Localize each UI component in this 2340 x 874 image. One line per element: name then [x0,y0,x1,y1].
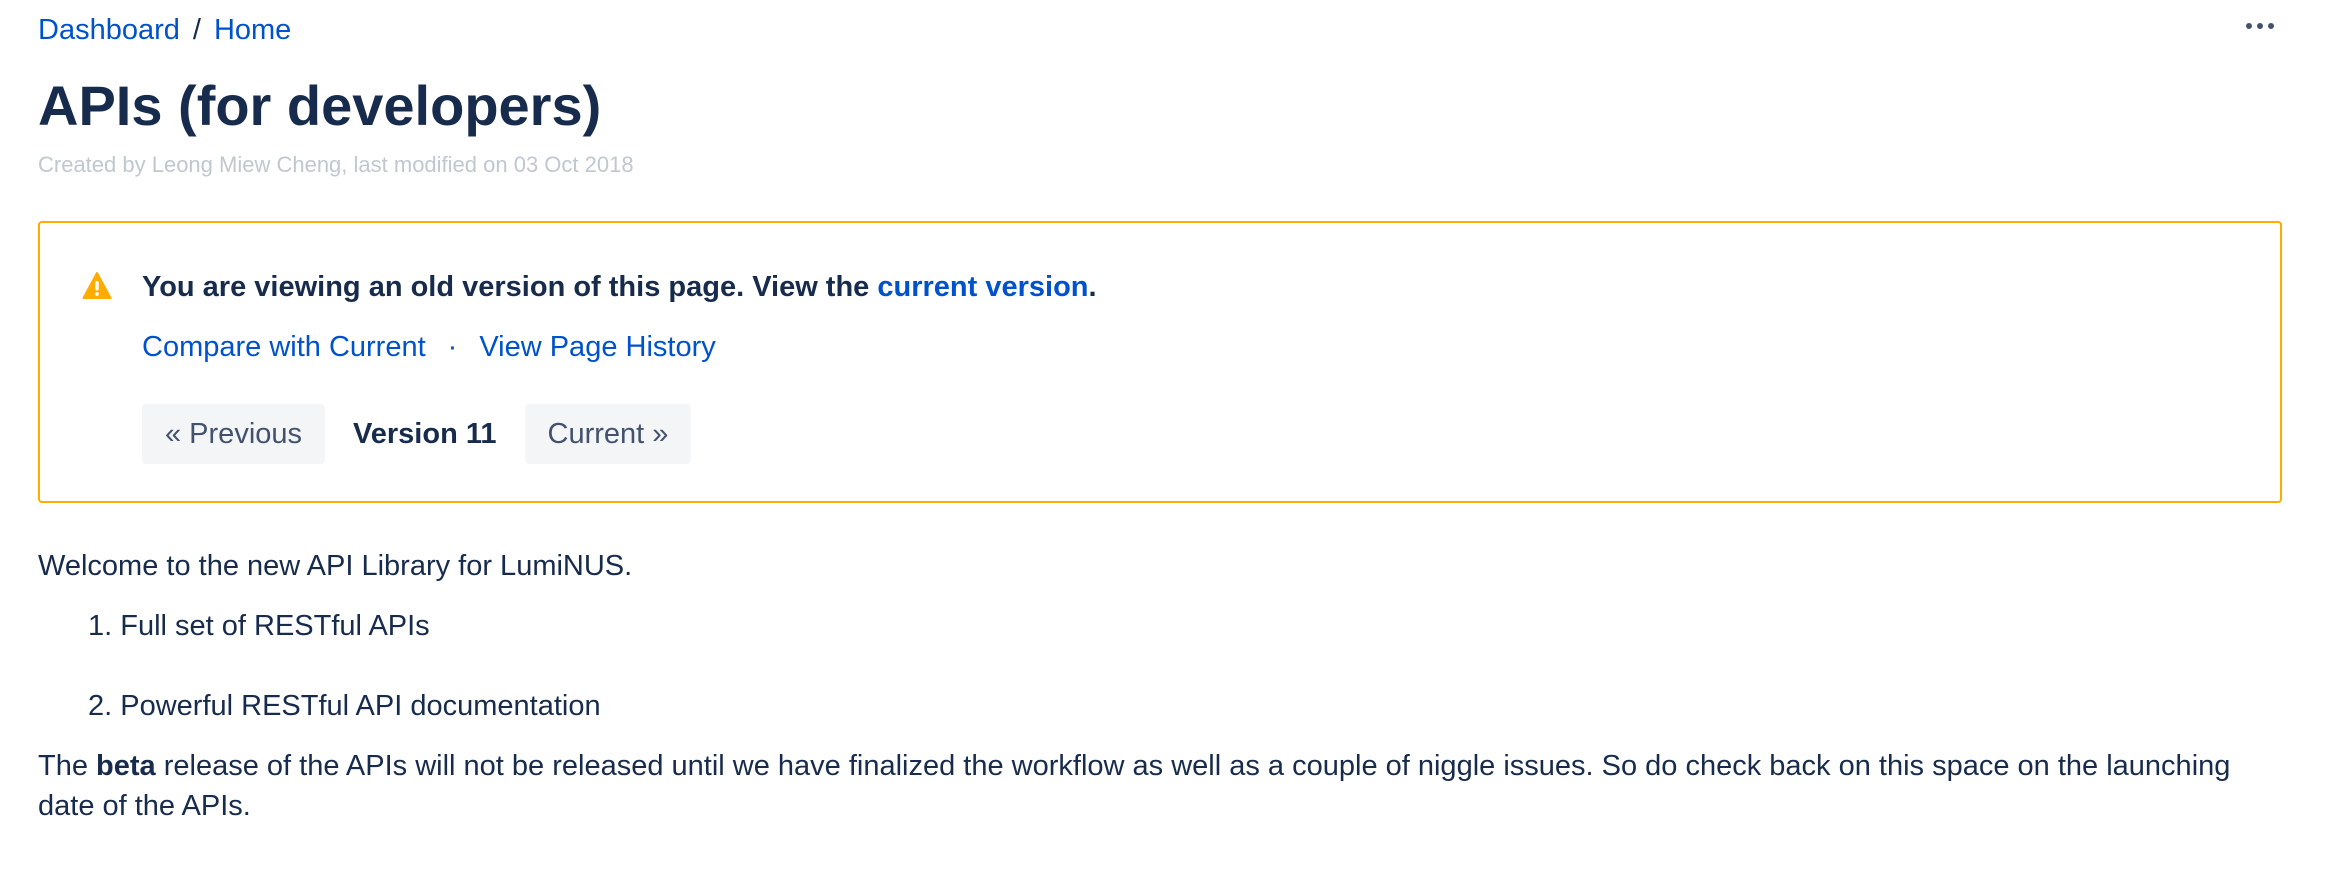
warning-message-period: . [1088,271,1097,303]
list-item: 1. Full set of RESTful APIs [88,610,430,642]
current-version-button[interactable]: Current » [524,404,692,464]
page-metadata: Created by Leong Miew Cheng, last modifi… [38,152,634,177]
link-separator: · [447,331,458,363]
warning-links: Compare with Current · View Page History [142,327,716,367]
intro-paragraph: Welcome to the new API Library for LumiN… [38,550,633,582]
breadcrumb-dashboard-link[interactable]: Dashboard [38,14,180,46]
note-text: release of the APIs will not be released… [38,750,2231,822]
breadcrumb-separator: / [192,14,201,46]
breadcrumb-home-link[interactable]: Home [214,14,291,46]
more-horizontal-icon-dot [2268,23,2274,29]
note-bold-text: beta [96,750,156,782]
beta-note-paragraph: The beta release of the APIs will not be… [38,746,2278,826]
note-text-prefix: The [38,750,97,782]
compare-with-current-link[interactable]: Compare with Current [142,331,426,363]
page-title: APIs (for developers) [38,74,602,137]
warning-message-text: You are viewing an old version of this p… [142,271,878,303]
more-horizontal-icon-dot [2257,23,2263,29]
breadcrumb: Dashboard / Home [38,10,291,50]
warning-icon [82,272,112,299]
view-page-history-link[interactable]: View Page History [479,331,715,363]
current-version-link[interactable]: current version [877,271,1088,303]
previous-version-button[interactable]: « Previous [142,404,326,464]
more-horizontal-icon-dot [2246,23,2252,29]
warning-message: You are viewing an old version of this p… [142,267,1097,307]
list-item: 2. Powerful RESTful API documentation [88,690,601,722]
old-version-warning: You are viewing an old version of this p… [38,221,2282,503]
version-navigation: « Previous Version 11 Current » [142,404,692,464]
more-actions-button[interactable] [2240,6,2280,46]
version-label: Version 11 [353,417,497,450]
